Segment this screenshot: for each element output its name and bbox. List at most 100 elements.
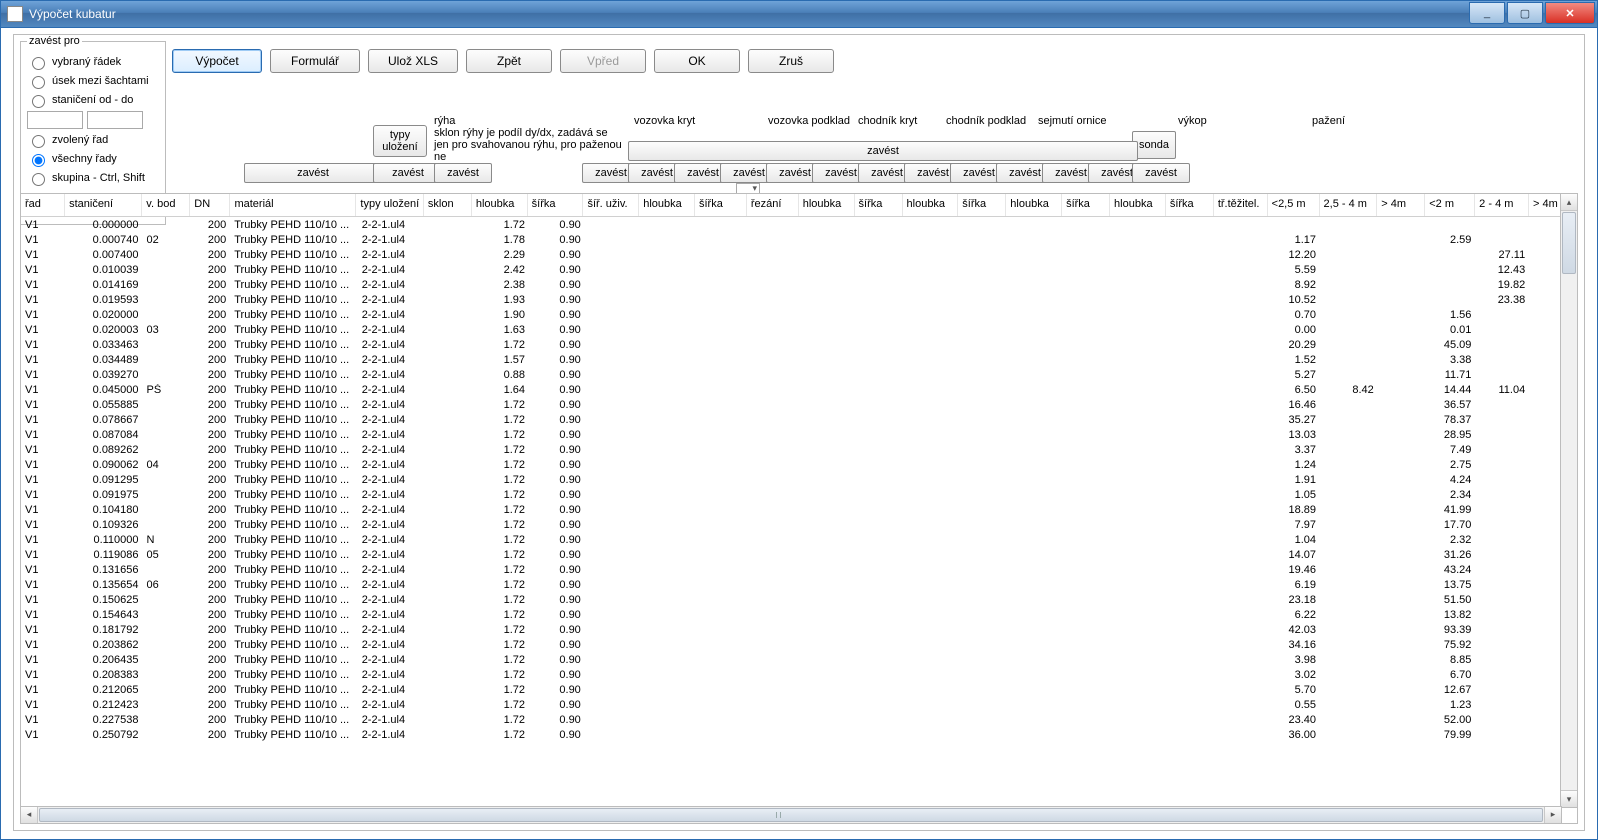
table-row[interactable]: V10.039270200Trubky PEHD 110/10 ...2-2-1… [21,367,1577,382]
col-header[interactable]: 2 - 4 m [1475,194,1529,216]
col-header[interactable]: v. bod [142,194,190,216]
col-header[interactable]: staničení [65,194,142,216]
table-row[interactable]: V10.033463200Trubky PEHD 110/10 ...2-2-1… [21,337,1577,352]
vertical-scrollbar[interactable]: ▴ ▾ [1560,193,1578,808]
table-row[interactable]: V10.014169200Trubky PEHD 110/10 ...2-2-1… [21,277,1577,292]
table-row[interactable]: V10.091295200Trubky PEHD 110/10 ...2-2-1… [21,472,1577,487]
table-row[interactable]: V10.208383200Trubky PEHD 110/10 ...2-2-1… [21,667,1577,682]
col-header[interactable]: hloubka [799,194,855,216]
staniceni-od-input[interactable] [27,111,83,129]
scroll-left-arrow[interactable]: ◂ [21,807,38,823]
table-row[interactable]: V10.154643200Trubky PEHD 110/10 ...2-2-1… [21,607,1577,622]
table-row[interactable]: V10.019593200Trubky PEHD 110/10 ...2-2-1… [21,292,1577,307]
cell: 0.039270 [65,369,143,381]
table-row[interactable]: V10.212065200Trubky PEHD 110/10 ...2-2-1… [21,682,1577,697]
cell: 2-2-1.ul4 [358,684,426,696]
table-row[interactable]: V10.007400200Trubky PEHD 110/10 ...2-2-1… [21,247,1577,262]
table-row[interactable]: V10.055885200Trubky PEHD 110/10 ...2-2-1… [21,397,1577,412]
col-header[interactable]: řezání [747,194,799,216]
table-row[interactable]: V10.13565406200Trubky PEHD 110/10 ...2-2… [21,577,1577,592]
col-header[interactable]: materiál [230,194,356,216]
col-header[interactable]: šířka [528,194,584,216]
cell: Trubky PEHD 110/10 ... [230,564,357,576]
table-row[interactable]: V10.020000200Trubky PEHD 110/10 ...2-2-1… [21,307,1577,322]
zavest-wide-button[interactable]: zavést [628,141,1138,161]
col-header[interactable]: hloubka [639,194,695,216]
radio-staniceni-od-do[interactable]: staničení od - do [27,92,159,108]
col-header[interactable]: šířka [958,194,1006,216]
table-row[interactable]: V10.010039200Trubky PEHD 110/10 ...2-2-1… [21,262,1577,277]
grid-header[interactable]: řadstaničenív. bodDNmateriáltypy uložení… [21,194,1577,217]
table-row[interactable]: V10.00074002200Trubky PEHD 110/10 ...2-2… [21,232,1577,247]
col-header[interactable]: šíř. uživ. [583,194,639,216]
col-header[interactable]: sklon [424,194,472,216]
radio-usek-mezi-sachtami[interactable]: úsek mezi šachtami [27,73,159,89]
table-row[interactable]: V10.000000200Trubky PEHD 110/10 ...2-2-1… [21,217,1577,232]
col-header[interactable]: hloubka [472,194,528,216]
radio-vybrany-radek[interactable]: vybraný řádek [27,54,159,70]
titlebar[interactable]: Výpočet kubatur _ ▢ ✕ [1,1,1597,28]
table-row[interactable]: V10.045000PŠ200Trubky PEHD 110/10 ...2-2… [21,382,1577,397]
col-header[interactable]: hloubka [1006,194,1062,216]
col-header[interactable]: > 4m [1377,194,1425,216]
vypocet-button[interactable]: Výpočet [172,49,262,73]
col-header[interactable]: typy uložení [356,194,423,216]
horizontal-scrollbar[interactable]: ◂ ▸ [20,806,1562,824]
table-row[interactable]: V10.087084200Trubky PEHD 110/10 ...2-2-1… [21,427,1577,442]
col-header[interactable]: tř.těžitel. [1214,194,1268,216]
zavest-material-button[interactable]: zavést [244,163,382,183]
table-row[interactable]: V10.212423200Trubky PEHD 110/10 ...2-2-1… [21,697,1577,712]
table-row[interactable]: V10.206435200Trubky PEHD 110/10 ...2-2-1… [21,652,1577,667]
col-header[interactable]: šířka [695,194,747,216]
table-row[interactable]: V10.250792200Trubky PEHD 110/10 ...2-2-1… [21,727,1577,742]
table-row[interactable]: V10.078667200Trubky PEHD 110/10 ...2-2-1… [21,412,1577,427]
scroll-up-arrow[interactable]: ▴ [1561,194,1577,211]
col-header[interactable]: řad [21,194,65,216]
zpet-button[interactable]: Zpět [466,49,552,73]
table-row[interactable]: V10.034489200Trubky PEHD 110/10 ...2-2-1… [21,352,1577,367]
table-row[interactable]: V10.150625200Trubky PEHD 110/10 ...2-2-1… [21,592,1577,607]
col-header[interactable]: DN [190,194,230,216]
scroll-down-arrow[interactable]: ▾ [1561,790,1577,807]
cell: 3.37 [1268,444,1320,456]
table-row[interactable]: V10.02000303200Trubky PEHD 110/10 ...2-2… [21,322,1577,337]
close-button[interactable]: ✕ [1545,2,1595,24]
formular-button[interactable]: Formulář [270,49,360,73]
col-header[interactable]: šířka [855,194,903,216]
table-row[interactable]: V10.227538200Trubky PEHD 110/10 ...2-2-1… [21,712,1577,727]
staniceni-do-input[interactable] [87,111,143,129]
vscroll-thumb[interactable] [1562,212,1576,274]
col-header[interactable]: <2,5 m [1268,194,1320,216]
table-row[interactable]: V10.091975200Trubky PEHD 110/10 ...2-2-1… [21,487,1577,502]
sonda-button[interactable]: sonda [1132,131,1176,159]
hscroll-thumb[interactable] [39,808,1543,822]
table-row[interactable]: V10.109326200Trubky PEHD 110/10 ...2-2-1… [21,517,1577,532]
ulozxls-button[interactable]: Ulož XLS [368,49,458,73]
zavest-typy-button[interactable]: zavést [373,163,443,183]
radio-zvoleny-rad[interactable]: zvolený řad [27,132,159,148]
col-header[interactable]: <2 m [1425,194,1475,216]
col-header[interactable]: hloubka [903,194,959,216]
table-row[interactable]: V10.09006204200Trubky PEHD 110/10 ...2-2… [21,457,1577,472]
table-row[interactable]: V10.089262200Trubky PEHD 110/10 ...2-2-1… [21,442,1577,457]
zavest-sonda-button[interactable]: zavést [1132,163,1190,183]
table-row[interactable]: V10.131656200Trubky PEHD 110/10 ...2-2-1… [21,562,1577,577]
table-row[interactable]: V10.181792200Trubky PEHD 110/10 ...2-2-1… [21,622,1577,637]
table-row[interactable]: V10.110000N200Trubky PEHD 110/10 ...2-2-… [21,532,1577,547]
table-row[interactable]: V10.104180200Trubky PEHD 110/10 ...2-2-1… [21,502,1577,517]
table-row[interactable]: V10.203862200Trubky PEHD 110/10 ...2-2-1… [21,637,1577,652]
zavest-sklon-button[interactable]: zavést [434,163,492,183]
zrus-button[interactable]: Zruš [748,49,834,73]
maximize-button[interactable]: ▢ [1507,2,1543,24]
table-row[interactable]: V10.11908605200Trubky PEHD 110/10 ...2-2… [21,547,1577,562]
ok-button[interactable]: OK [654,49,740,73]
scroll-right-arrow[interactable]: ▸ [1544,807,1561,823]
minimize-button[interactable]: _ [1469,2,1505,24]
col-header[interactable]: šířka [1062,194,1110,216]
data-grid[interactable]: řadstaničenív. bodDNmateriáltypy uložení… [20,193,1578,824]
col-header[interactable]: hloubka [1110,194,1166,216]
grid-body[interactable]: V10.000000200Trubky PEHD 110/10 ...2-2-1… [21,217,1577,823]
col-header[interactable]: 2,5 - 4 m [1320,194,1378,216]
typy-ulozeni-button[interactable]: typyuložení [373,125,427,157]
col-header[interactable]: šířka [1166,194,1214,216]
